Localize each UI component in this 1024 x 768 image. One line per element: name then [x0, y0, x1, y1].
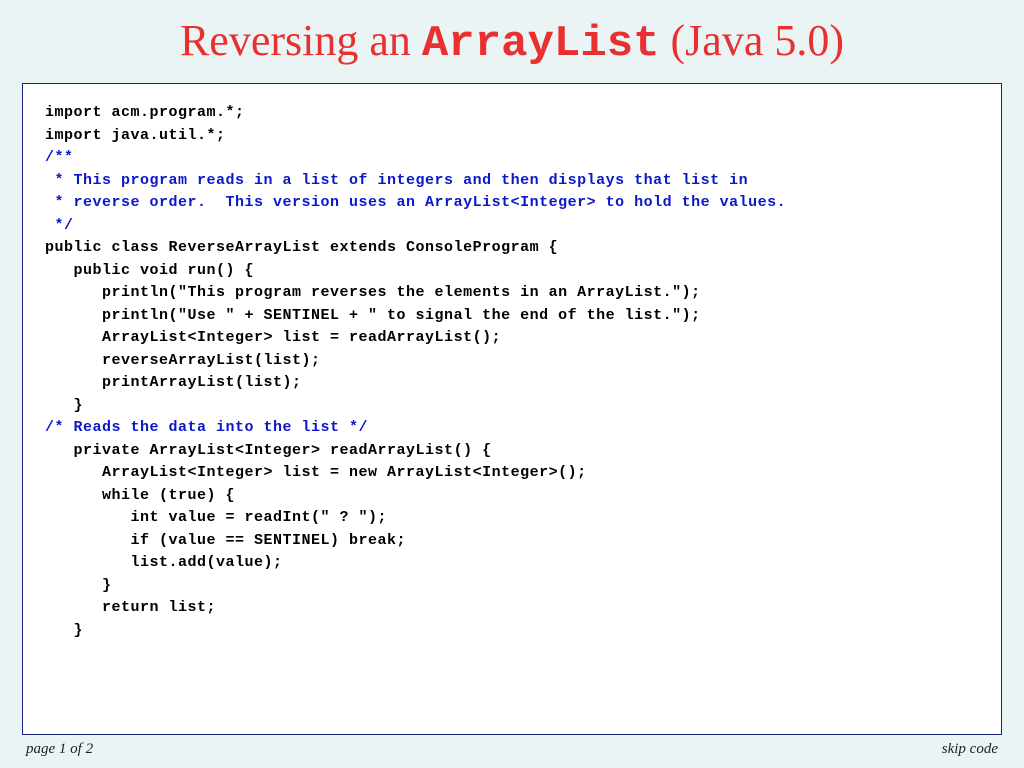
code-line: } — [45, 620, 979, 643]
code-line: println("This program reverses the eleme… — [45, 282, 979, 305]
code-line: println("Use " + SENTINEL + " to signal … — [45, 305, 979, 328]
footer: page 1 of 2 skip code — [22, 735, 1002, 758]
slide-title: Reversing an ArrayList (Java 5.0) — [22, 15, 1002, 69]
code-line: int value = readInt(" ? "); — [45, 507, 979, 530]
code-box: import acm.program.*; import java.util.*… — [22, 83, 1002, 735]
code-line: import java.util.*; — [45, 125, 979, 148]
page-indicator: page 1 of 2 — [26, 741, 93, 758]
code-line: import acm.program.*; — [45, 102, 979, 125]
code-line: return list; — [45, 597, 979, 620]
slide: Reversing an ArrayList (Java 5.0) import… — [0, 0, 1024, 768]
title-mono: ArrayList — [422, 19, 660, 69]
code-comment: */ — [45, 215, 979, 238]
title-post: (Java 5.0) — [660, 16, 845, 65]
code-line: public void run() { — [45, 260, 979, 283]
code-comment: /** — [45, 147, 979, 170]
title-pre: Reversing an — [180, 16, 422, 65]
code-line: public class ReverseArrayList extends Co… — [45, 237, 979, 260]
skip-code-link[interactable]: skip code — [942, 741, 998, 758]
code-line: list.add(value); — [45, 552, 979, 575]
code-line: ArrayList<Integer> list = new ArrayList<… — [45, 462, 979, 485]
code-line: reverseArrayList(list); — [45, 350, 979, 373]
code-comment: * reverse order. This version uses an Ar… — [45, 192, 979, 215]
code-comment: * This program reads in a list of intege… — [45, 170, 979, 193]
code-line: private ArrayList<Integer> readArrayList… — [45, 440, 979, 463]
code-line: while (true) { — [45, 485, 979, 508]
code-line: } — [45, 575, 979, 598]
code-line: } — [45, 395, 979, 418]
code-line: ArrayList<Integer> list = readArrayList(… — [45, 327, 979, 350]
code-comment: /* Reads the data into the list */ — [45, 417, 979, 440]
code-line: printArrayList(list); — [45, 372, 979, 395]
code-line: if (value == SENTINEL) break; — [45, 530, 979, 553]
